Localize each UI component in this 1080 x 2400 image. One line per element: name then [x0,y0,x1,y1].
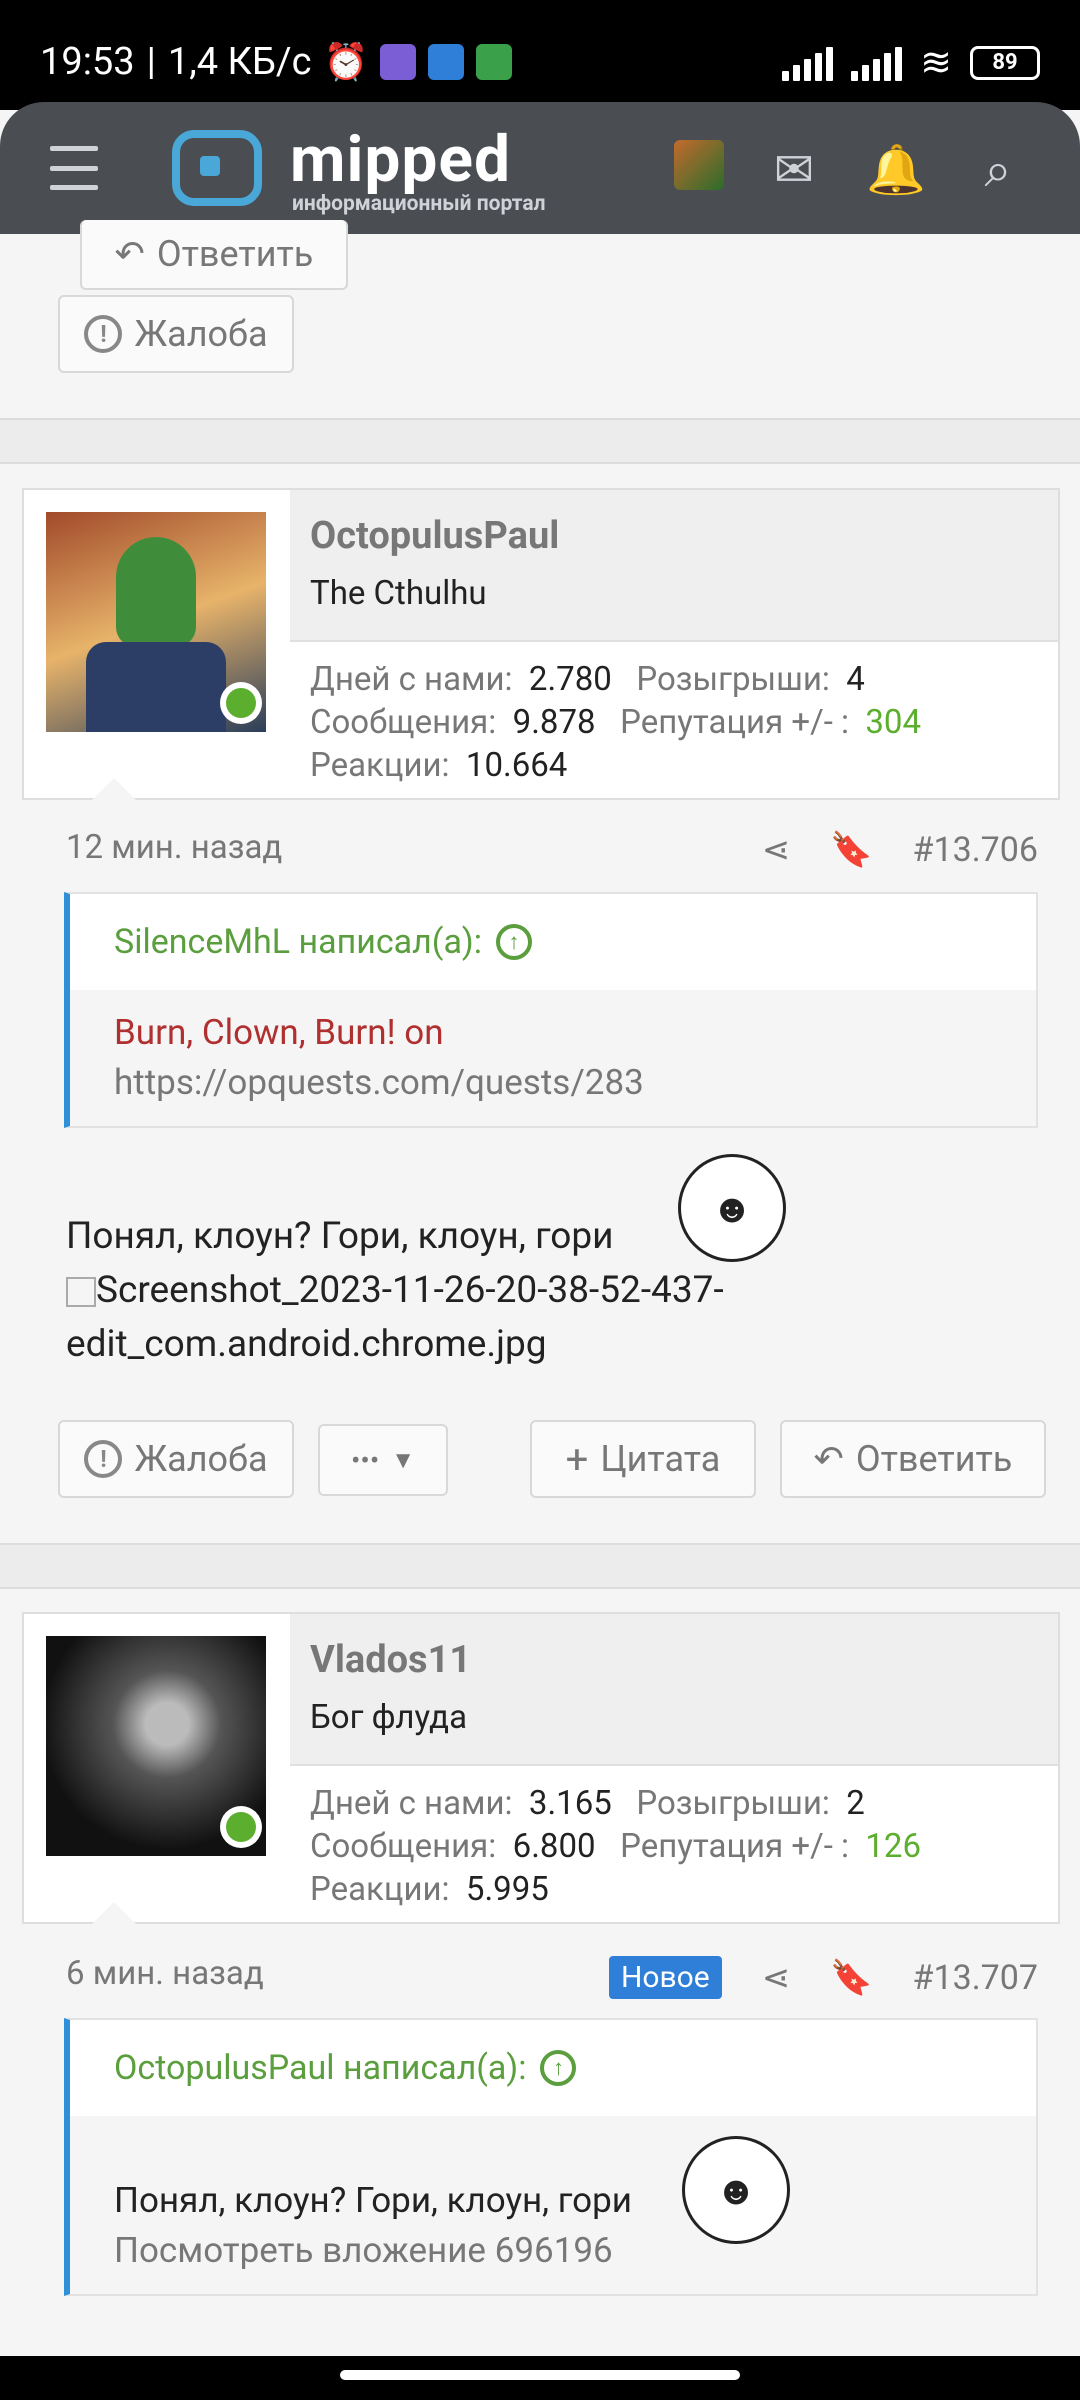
quote-text: Понял, клоун? Гори, клоун, гори [114,2180,632,2221]
user-card: OctopulusPaul The Cthulhu Дней с нами: 2… [22,488,1060,800]
gamepad-logo-icon[interactable] [172,130,262,206]
quote-title: Burn, Clown, Burn! on [114,1012,444,1053]
more-button[interactable]: ••• ▼ [318,1424,448,1496]
report-button-prev[interactable]: ! Жалоба [58,295,294,373]
attachment-link[interactable]: Посмотреть вложение 696196 [114,2226,992,2276]
bookmark-icon[interactable]: 🔖 [830,1958,872,1998]
wifi-icon: ≋ [920,41,952,85]
username[interactable]: Vlados11 [310,1638,471,1682]
post-number[interactable]: #13.706 [913,830,1038,870]
quote-link[interactable]: https://opquests.com/quests/283 [114,1058,992,1108]
quote-block: OctopulusPaul написал(а): ↑ Понял, клоун… [64,2018,1038,2296]
post-number[interactable]: #13.707 [913,1958,1038,1998]
post-body: Понял, клоун? Гори, клоун, гори Screensh… [66,1215,724,1366]
post-time[interactable]: 12 мин. назад [66,828,282,867]
battery-icon: 89 [970,45,1040,80]
mail-icon[interactable]: ✉ [764,140,824,200]
share-icon[interactable]: ⋖ [762,1958,791,1998]
search-icon[interactable]: ⌕ [968,140,1028,200]
signal-icon-2 [851,45,903,81]
user-title: Бог флуда [310,1698,468,1737]
report-button[interactable]: ! Жалоба [58,1420,294,1498]
arrow-up-icon[interactable]: ↑ [496,924,533,960]
alert-icon: ! [84,1440,123,1478]
post-divider [0,418,1080,464]
plus-icon: + [565,1435,589,1483]
quote-author[interactable]: OctopulusPaul написал(а): [114,2048,526,2088]
alert-icon: ! [84,315,123,353]
reply-icon: ↶ [114,233,145,275]
site-subtitle: информационный портал [292,192,546,216]
reply-button[interactable]: ↶ Ответить [780,1420,1046,1498]
chevron-down-icon: ▼ [391,1445,416,1474]
status-bar: 19:53 | 1,4 КБ/с ⏰ ≋ 89 [0,0,1080,110]
gesture-bar [0,2356,1080,2400]
username[interactable]: OctopulusPaul [310,514,559,558]
reply-icon: ↶ [813,1438,844,1480]
clock: 19:53 [40,40,135,84]
quote-block: SilenceMhL написал(а): ↑ Burn, Clown, Bu… [64,892,1038,1128]
post-divider [0,1543,1080,1589]
user-card: Vlados11 Бог флуда Дней с нами: 3.165 Ро… [22,1612,1060,1924]
troll-face-emoji: ☻ [678,1154,786,1262]
network-speed: 1,4 КБ/с [167,40,312,84]
new-badge: Новое [609,1956,722,1999]
quote-button[interactable]: + Цитата [530,1420,756,1498]
game-notification-icon [476,44,513,80]
share-icon[interactable]: ⋖ [762,830,791,870]
quote-author[interactable]: SilenceMhL написал(а): [114,922,482,962]
reply-button-prev[interactable]: ↶ Ответить [80,220,348,290]
online-indicator [220,682,262,724]
site-brand[interactable]: mipped [290,122,511,197]
vk-icon [428,44,465,80]
user-stats: Дней с нами: 2.780 Розыгрыши: 4 Сообщени… [310,660,922,785]
troll-face-emoji: ☻ [682,2136,790,2244]
user-title: The Cthulhu [310,574,487,613]
signal-icon [782,45,834,81]
user-avatar[interactable] [674,140,724,190]
menu-icon[interactable] [50,146,98,190]
user-stats: Дней с нами: 3.165 Розыгрыши: 2 Сообщени… [310,1784,922,1909]
broken-image[interactable]: Screenshot_2023-11-26-20-38-52-437- [66,1264,724,1318]
bell-icon[interactable]: 🔔 [866,140,926,200]
post-time[interactable]: 6 мин. назад [66,1954,264,1993]
alarm-icon: ⏰ [323,41,369,83]
app-notification-icon [380,44,417,80]
online-indicator [220,1806,262,1848]
bookmark-icon[interactable]: 🔖 [830,830,872,870]
arrow-up-icon[interactable]: ↑ [540,2050,577,2086]
